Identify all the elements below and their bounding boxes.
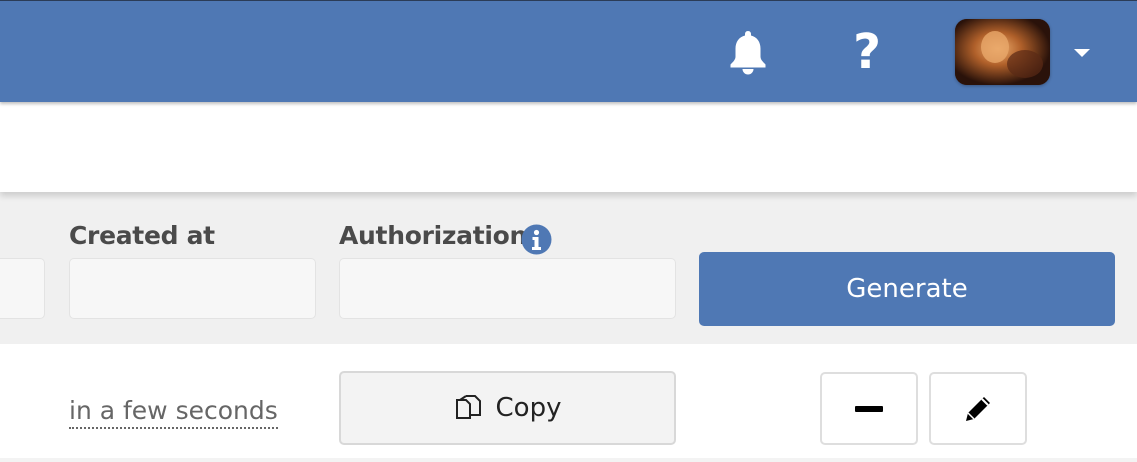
question-icon: ? — [853, 24, 881, 80]
created-at-field[interactable] — [69, 258, 316, 319]
pencil-icon — [966, 396, 990, 421]
notifications-button[interactable] — [725, 28, 771, 76]
copy-button[interactable]: Copy — [339, 371, 676, 445]
copy-icon — [455, 395, 481, 419]
page-subheader — [0, 102, 1137, 192]
edit-button[interactable] — [929, 372, 1027, 445]
top-navbar: ? — [0, 0, 1137, 102]
created-at-label: Created at — [69, 221, 215, 250]
info-icon[interactable] — [521, 224, 552, 255]
authorization-label: Authorization — [339, 221, 527, 250]
authorization-field[interactable] — [339, 258, 676, 319]
help-button[interactable]: ? — [846, 28, 888, 76]
remove-button[interactable] — [820, 372, 918, 445]
name-field[interactable] — [0, 258, 45, 319]
created-time: in a few seconds — [69, 395, 278, 429]
generate-button[interactable]: Generate — [699, 252, 1115, 326]
minus-icon — [855, 405, 883, 412]
user-menu-toggle[interactable] — [1068, 41, 1096, 65]
avatar[interactable] — [955, 19, 1050, 85]
copy-label: Copy — [495, 393, 562, 423]
caret-down-icon — [1074, 49, 1090, 57]
bell-icon — [730, 31, 766, 75]
